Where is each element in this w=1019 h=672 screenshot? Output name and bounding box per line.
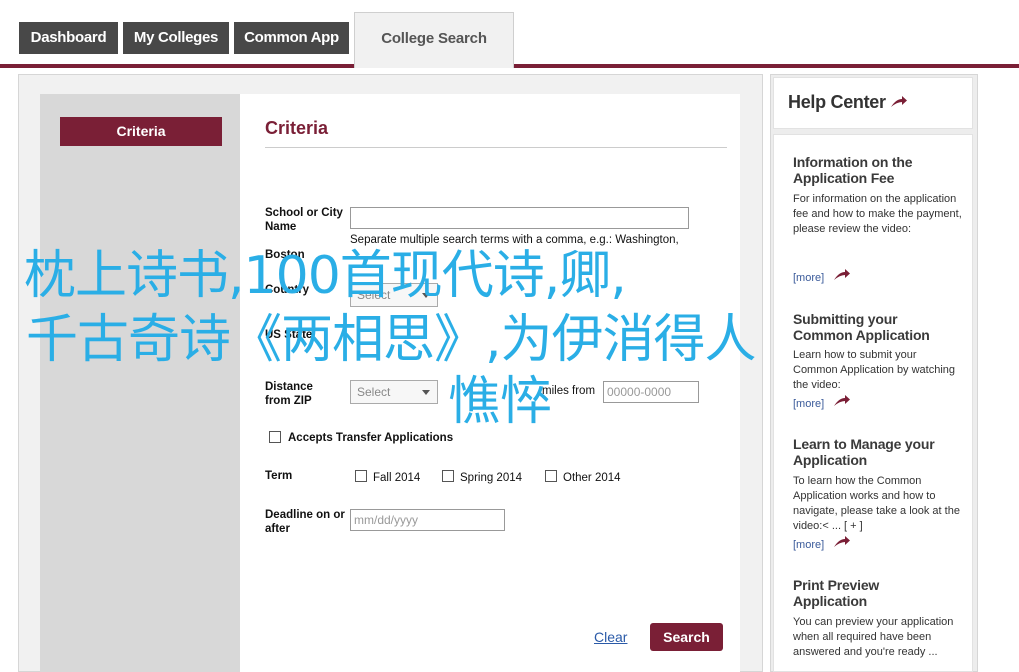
overlay-text-line: 枕上诗书,100首现代诗,卿,: [24, 246, 627, 306]
help-item-more[interactable]: [more]: [793, 398, 824, 410]
criteria-sidebar: [40, 94, 240, 672]
help-title-text: Help Center: [788, 92, 886, 112]
deadline-input[interactable]: mm/dd/yyyy: [350, 509, 505, 531]
help-item-title[interactable]: Learn to Manage your Application: [793, 436, 963, 468]
page-title: Criteria: [265, 118, 329, 138]
zip-input[interactable]: 00000-0000: [603, 381, 699, 403]
top-nav: Dashboard My Colleges Common App College…: [0, 0, 1019, 68]
arrow-right-icon: [891, 96, 908, 107]
arrow-right-icon[interactable]: [833, 268, 851, 282]
school-city-input[interactable]: [350, 207, 689, 229]
distance-label: Distance from ZIP: [265, 381, 313, 407]
term-fall-checkbox[interactable]: [355, 470, 367, 482]
criteria-nav-button[interactable]: Criteria: [60, 117, 222, 146]
tab-common-app[interactable]: Common App: [234, 22, 349, 54]
transfer-label: Accepts Transfer Applications: [288, 432, 454, 444]
help-item-desc: Learn how to submit your Common Applicat…: [793, 349, 956, 391]
arrow-right-icon[interactable]: [833, 394, 851, 408]
help-item-title[interactable]: Print Preview Application: [793, 577, 953, 609]
title-divider: [265, 147, 727, 148]
help-item-desc: To learn how the Common Application work…: [793, 475, 960, 532]
term-label: Term: [265, 470, 293, 482]
help-item-more[interactable]: [more]: [793, 272, 824, 284]
help-item-title[interactable]: Submitting your Common Application: [793, 311, 953, 343]
arrow-right-icon[interactable]: [833, 535, 851, 549]
distance-select[interactable]: Select: [350, 380, 438, 404]
chevron-down-icon: [422, 390, 430, 395]
deadline-label: Deadline on or after: [265, 509, 345, 535]
tab-my-colleges[interactable]: My Colleges: [123, 22, 229, 54]
help-title[interactable]: Help Center: [788, 92, 908, 113]
overlay-text-line: 千古奇诗《两相思》,为伊消得人: [26, 310, 757, 370]
term-fall-label: Fall 2014: [373, 472, 421, 484]
transfer-checkbox[interactable]: [269, 431, 281, 443]
term-other-checkbox[interactable]: [545, 470, 557, 482]
help-item-desc: For information on the application fee a…: [793, 193, 962, 235]
school-city-hint: Separate multiple search terms with a co…: [350, 234, 679, 246]
help-item-desc: You can preview your application when al…: [793, 616, 954, 658]
distance-select-value: Select: [357, 385, 391, 399]
term-spring-checkbox[interactable]: [442, 470, 454, 482]
school-city-label: School or City Name: [265, 207, 343, 233]
term-spring-label: Spring 2014: [460, 472, 523, 484]
search-button[interactable]: Search: [650, 623, 723, 651]
help-item-more[interactable]: [more]: [793, 539, 824, 551]
term-other-label: Other 2014: [563, 472, 621, 484]
tab-dashboard[interactable]: Dashboard: [19, 22, 118, 54]
overlay-text-line: 憔悴: [448, 372, 553, 432]
help-item-title[interactable]: Information on the Application Fee: [793, 154, 943, 186]
clear-link[interactable]: Clear: [594, 629, 627, 645]
tab-college-search[interactable]: College Search: [354, 12, 514, 68]
